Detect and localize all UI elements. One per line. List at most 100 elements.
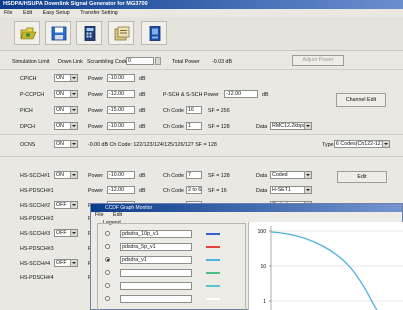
dpch-power-input[interactable]: -10.00 bbox=[107, 122, 135, 130]
pich-ch-code-input[interactable]: 16 bbox=[186, 106, 202, 114]
legend-color-swatch bbox=[206, 285, 220, 287]
transfer-button[interactable] bbox=[141, 21, 167, 45]
legend-file-field[interactable]: pdsdra_5p_v1 bbox=[120, 243, 192, 251]
legend-file-field[interactable] bbox=[120, 282, 192, 290]
hs-state-value: ON bbox=[56, 172, 64, 178]
pccpch-state-select[interactable]: ON bbox=[54, 90, 78, 98]
ccdf-plot-svg: 100 10 1 bbox=[258, 226, 403, 310]
graph-title: CCDF Graph Monitor bbox=[105, 205, 153, 211]
open-folder-icon bbox=[20, 27, 37, 40]
chevron-down-icon bbox=[70, 172, 77, 178]
ocns-type-select[interactable]: 6 Codes(Ch122-127) bbox=[334, 140, 390, 148]
scrambling-code-input[interactable]: 0 bbox=[126, 57, 154, 65]
menu-easy-setup[interactable]: Easy Setup bbox=[43, 10, 70, 16]
ocns-type-value: 6 Codes(Ch122-127) bbox=[336, 141, 386, 147]
hs-data-select[interactable]: H-SET1 bbox=[270, 186, 312, 194]
legend-radio[interactable] bbox=[105, 270, 110, 275]
chevron-down-icon bbox=[382, 141, 389, 147]
hs-channel-label: HS-SCCH#1 bbox=[20, 173, 51, 179]
hs-channel-label: HS-SCCH#3 bbox=[20, 231, 51, 237]
legend-radio[interactable] bbox=[105, 283, 110, 288]
total-power-value: -0.03 dB bbox=[212, 59, 233, 65]
hs-data-select[interactable]: Coded bbox=[270, 171, 312, 179]
scrambling-code-spinner[interactable] bbox=[155, 57, 161, 65]
hs-power-label: Power bbox=[88, 173, 104, 179]
dpch-ch-code-label: Ch Code bbox=[163, 124, 184, 130]
hs-channel-label: HS-PDSCH#1 bbox=[20, 188, 54, 194]
cpich-state-select[interactable]: ON bbox=[54, 74, 78, 82]
hs-power-input[interactable]: -10.00 bbox=[107, 171, 135, 179]
legend-radio[interactable] bbox=[105, 244, 110, 249]
divider bbox=[0, 69, 403, 70]
hs-state-select[interactable]: OFF bbox=[54, 201, 78, 209]
cpich-power-label: Power bbox=[88, 76, 104, 82]
calculator-icon bbox=[84, 26, 96, 41]
legend-file-field[interactable]: pdsdra_10p_v1 bbox=[120, 230, 192, 238]
dpch-data-value: RMC12.2kbps bbox=[272, 123, 306, 129]
y-tick-label: 100 bbox=[258, 229, 267, 235]
transfer-icon bbox=[149, 26, 161, 41]
pccpch-power-input[interactable]: -12.00 bbox=[107, 90, 135, 98]
chevron-down-icon bbox=[70, 107, 77, 113]
open-button[interactable] bbox=[14, 21, 40, 45]
pccpch-state-value: ON bbox=[56, 91, 64, 97]
pich-label: PICH bbox=[20, 108, 33, 114]
hs-state-select[interactable]: OFF bbox=[54, 229, 78, 237]
hs-sf-label: SF = 16 bbox=[208, 188, 227, 194]
pccpch-label: P-CCPCH bbox=[20, 92, 45, 98]
pich-power-input[interactable]: -15.00 bbox=[107, 106, 135, 114]
total-power-label: Total Power bbox=[172, 59, 200, 65]
hs-channel-label: HS-SCCH#4 bbox=[20, 261, 51, 267]
chevron-down-icon bbox=[70, 230, 77, 236]
chevron-down-icon bbox=[304, 123, 311, 129]
menu-bar: File Edit Easy Setup Transfer Setting bbox=[0, 9, 403, 17]
sch-power-input[interactable]: -12.00 bbox=[224, 90, 258, 98]
hs-unit: dB bbox=[139, 173, 146, 179]
hs-state-value: OFF bbox=[56, 202, 67, 208]
pich-state-select[interactable]: ON bbox=[54, 106, 78, 114]
pccpch-power-label: Power bbox=[88, 92, 104, 98]
calculator-button[interactable] bbox=[76, 21, 102, 45]
chevron-down-icon bbox=[70, 141, 77, 147]
ocns-state-value: ON bbox=[56, 141, 64, 147]
menu-transfer-setting[interactable]: Transfer Setting bbox=[80, 10, 118, 16]
graph-menu-edit[interactable]: Edit bbox=[113, 212, 122, 218]
save-button[interactable] bbox=[45, 21, 71, 45]
main-window: HSDPA/HSUPA Downlink Signal Generator fo… bbox=[0, 0, 403, 310]
legend-file-field[interactable]: pdsdra_v1 bbox=[120, 256, 192, 264]
cpich-unit: dB bbox=[139, 76, 146, 82]
down-link-label: Down Link bbox=[58, 59, 83, 65]
menu-file[interactable]: File bbox=[4, 10, 13, 16]
hs-state-value: OFF bbox=[56, 260, 67, 266]
ocns-state-select[interactable]: ON bbox=[54, 140, 78, 148]
save-disk-icon bbox=[51, 26, 67, 41]
dpch-power-label: Power bbox=[88, 124, 104, 130]
graph-menu-file[interactable]: File bbox=[95, 212, 104, 218]
graph-title-bar: CCDF Graph Monitor bbox=[91, 204, 402, 212]
hs-channel-label: HS-SCCH#2 bbox=[20, 203, 51, 209]
dpch-state-select[interactable]: ON bbox=[54, 122, 78, 130]
hs-state-select[interactable]: ON bbox=[54, 171, 78, 179]
legend-color-swatch bbox=[206, 259, 220, 261]
dpch-ch-code-input[interactable]: 1 bbox=[186, 122, 202, 130]
hs-ch-code-input[interactable]: 2 to 6 bbox=[186, 186, 202, 194]
menu-edit[interactable]: Edit bbox=[23, 10, 32, 16]
ocns-label: OCNS bbox=[20, 142, 36, 148]
hs-ch-code-label: Ch Code bbox=[163, 188, 184, 194]
legend-file-field[interactable] bbox=[120, 269, 192, 277]
adjust-power-button[interactable]: Adjust Power bbox=[292, 55, 344, 66]
legend-file-field[interactable] bbox=[120, 295, 192, 303]
legend-radio[interactable] bbox=[105, 257, 110, 262]
hs-ch-code-input[interactable]: 7 bbox=[186, 171, 202, 179]
hs-state-select[interactable]: OFF bbox=[54, 259, 78, 267]
export-button[interactable] bbox=[108, 21, 134, 45]
hs-power-input[interactable]: -12.00 bbox=[107, 186, 135, 194]
hs-unit: dB bbox=[139, 188, 146, 194]
dpch-data-select[interactable]: RMC12.2kbps bbox=[270, 122, 312, 130]
hs-edit-button[interactable]: Edit bbox=[337, 171, 387, 183]
chevron-down-icon bbox=[304, 187, 311, 193]
legend-radio[interactable] bbox=[105, 231, 110, 236]
cpich-power-input[interactable]: -10.00 bbox=[107, 74, 135, 82]
legend-radio[interactable] bbox=[105, 296, 110, 301]
channel-edit-button[interactable]: Channel Edit bbox=[336, 93, 386, 107]
